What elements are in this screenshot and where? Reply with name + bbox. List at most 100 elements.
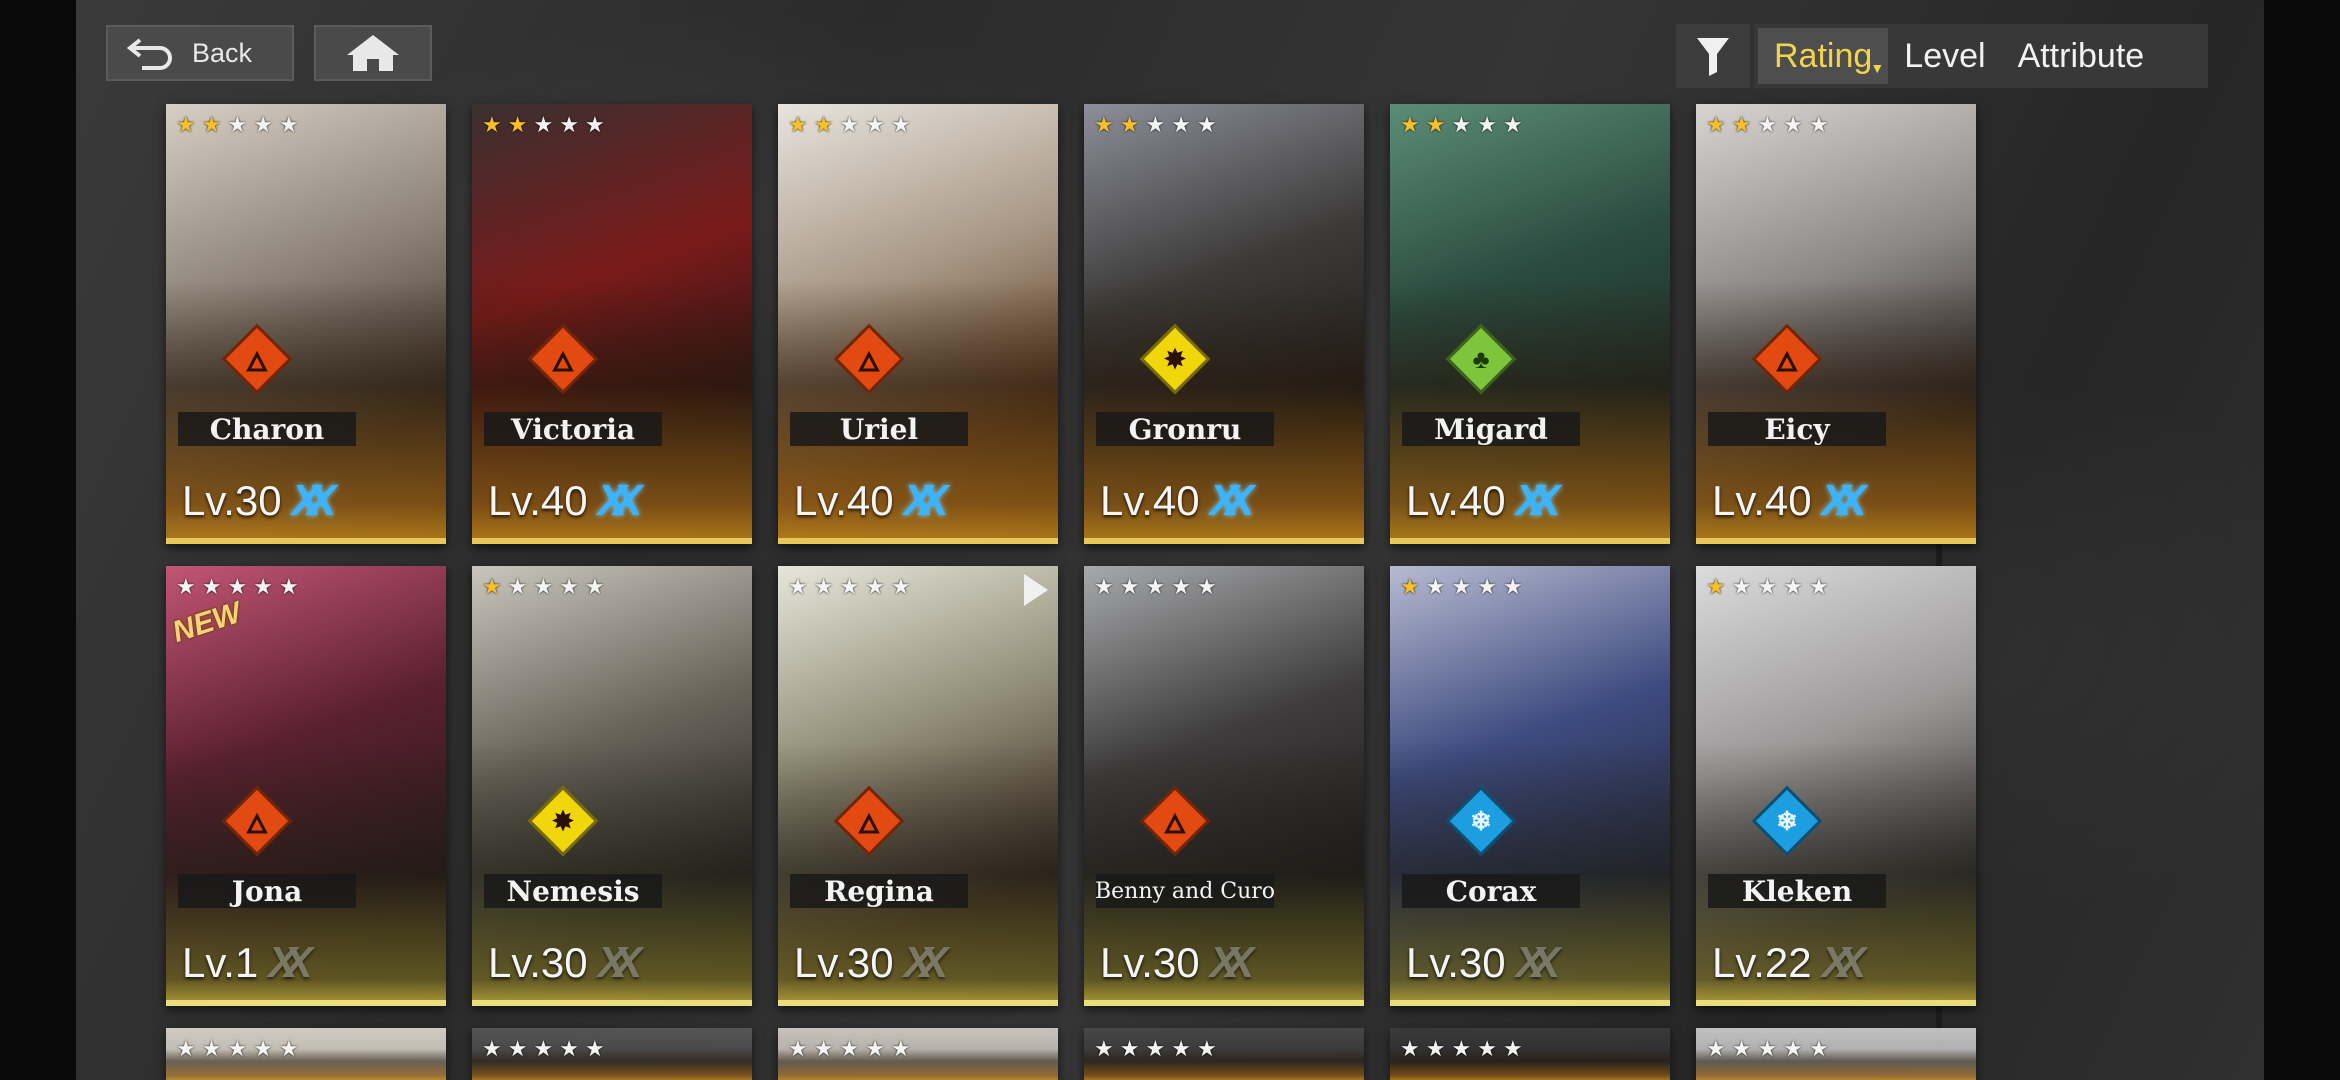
character-card[interactable]: ★ ★ ★ ★ ★ (778, 1028, 1058, 1080)
character-card[interactable]: ★ ★ ★ ★ ★ ❄ Kleken Lv.22 XX (1696, 566, 1976, 1006)
star-icon: ★ (1171, 112, 1191, 137)
star-icon: ★ (1145, 574, 1166, 599)
star-icon: ★ (1400, 1036, 1420, 1061)
filter-button[interactable] (1676, 24, 1750, 88)
limit-break-icon: XX (903, 476, 949, 525)
star-icon: ★ (1757, 112, 1778, 137)
character-card[interactable]: ★ ★ ★ ★ ★ (1084, 1028, 1364, 1080)
back-label: Back (192, 37, 253, 68)
star-icon: ★ (1477, 1036, 1497, 1061)
tab-rating[interactable]: Rating ▼ (1758, 28, 1889, 84)
character-level: Lv.40 XX (1712, 476, 1867, 525)
character-card[interactable]: ★ ★ ★ ★ ★ 🜂 Benny and Curo Lv.30 XX (1084, 566, 1364, 1006)
character-name: Gronru (1096, 412, 1274, 446)
star-rating: ★ ★ ★ ★ ★ (1706, 114, 1829, 136)
character-name: Corax (1402, 874, 1580, 908)
star-icon: ★ (865, 1036, 885, 1061)
home-button[interactable] (314, 25, 432, 81)
star-icon: ★ (1425, 112, 1446, 137)
character-card[interactable]: ★ ★ ★ ★ ★ 🜂 Victoria Lv.40 XX (472, 104, 752, 544)
character-card[interactable]: ★ ★ ★ ★ ★ (1696, 1028, 1976, 1080)
star-rating: ★ ★ ★ ★ ★ (1094, 576, 1217, 598)
star-icon: ★ (890, 112, 911, 137)
limit-break-icon: XX (597, 476, 643, 525)
star-rating: ★ ★ ★ ★ ★ (1094, 1038, 1217, 1060)
character-level: Lv.40 XX (794, 476, 949, 525)
character-card[interactable]: ★ ★ ★ ★ ★ ♣ Migard Lv.40 XX (1390, 104, 1670, 544)
card-rarity-bar (1390, 1000, 1670, 1006)
character-card[interactable]: ★ ★ ★ ★ ★ 🜂 Charon Lv.30 XX (166, 104, 446, 544)
star-icon: ★ (176, 574, 196, 599)
star-icon: ★ (176, 112, 196, 137)
star-icon: ★ (278, 112, 299, 137)
star-icon: ★ (1094, 1036, 1114, 1061)
back-button[interactable]: Back (106, 25, 294, 81)
star-icon: ★ (788, 112, 808, 137)
star-rating: ★ ★ ★ ★ ★ (1400, 1038, 1523, 1060)
star-icon: ★ (1731, 112, 1752, 137)
star-icon: ★ (1400, 574, 1420, 599)
star-icon: ★ (559, 112, 579, 137)
character-card[interactable]: ★ ★ ★ ★ ★ (1390, 1028, 1670, 1080)
tab-level[interactable]: Level (1888, 28, 2001, 84)
star-icon: ★ (1094, 112, 1114, 137)
character-card[interactable]: ★ ★ ★ ★ ★ ✸ Nemesis Lv.30 XX (472, 566, 752, 1006)
star-rating: ★ ★ ★ ★ ★ (176, 1038, 299, 1060)
star-rating: ★ ★ ★ ★ ★ (788, 576, 911, 598)
character-card[interactable]: ★ ★ ★ ★ ★ NEW 🜂 Jona Lv.1 XX (166, 566, 446, 1006)
star-icon: ★ (482, 574, 502, 599)
star-icon: ★ (227, 1036, 248, 1061)
star-icon: ★ (890, 574, 911, 599)
star-icon: ★ (813, 574, 834, 599)
star-icon: ★ (482, 112, 502, 137)
character-card[interactable]: ★ ★ ★ ★ ★ (166, 1028, 446, 1080)
character-level: Lv.40 XX (488, 476, 643, 525)
star-icon: ★ (1451, 1036, 1472, 1061)
limit-break-icon: XX (597, 938, 643, 987)
star-icon: ★ (1451, 574, 1472, 599)
character-card[interactable]: ★ ★ ★ ★ ★ 🜂 Uriel Lv.40 XX (778, 104, 1058, 544)
star-icon: ★ (1477, 574, 1497, 599)
card-rarity-bar (472, 1000, 752, 1006)
star-icon: ★ (1502, 1036, 1523, 1061)
star-icon: ★ (1451, 112, 1472, 137)
character-card[interactable]: ★ ★ ★ ★ ★ 🜂 Eicy Lv.40 XX (1696, 104, 1976, 544)
star-icon: ★ (584, 112, 605, 137)
card-rarity-bar (1390, 538, 1670, 544)
character-card[interactable]: ★ ★ ★ ★ ★ ✸ Gronru Lv.40 XX (1084, 104, 1364, 544)
star-icon: ★ (1400, 112, 1420, 137)
character-name: Nemesis (484, 874, 662, 908)
star-rating: ★ ★ ★ ★ ★ (482, 576, 605, 598)
character-card[interactable]: ★ ★ ★ ★ ★ ❄ Corax Lv.30 XX (1390, 566, 1670, 1006)
star-rating: ★ ★ ★ ★ ★ (1706, 1038, 1829, 1060)
limit-break-icon: XX (1515, 476, 1561, 525)
card-rarity-bar (1084, 1000, 1364, 1006)
filter-icon (1697, 38, 1729, 76)
star-icon: ★ (788, 574, 808, 599)
star-icon: ★ (1706, 1036, 1726, 1061)
limit-break-icon: XX (1821, 476, 1867, 525)
character-level: Lv.30 XX (794, 938, 948, 987)
star-icon: ★ (1808, 1036, 1829, 1061)
star-icon: ★ (533, 574, 554, 599)
character-level: Lv.22 XX (1712, 938, 1866, 987)
card-rarity-bar (778, 538, 1058, 544)
character-level: Lv.30 XX (182, 476, 337, 525)
character-level: Lv.1 XX (182, 938, 313, 987)
star-rating: ★ ★ ★ ★ ★ (482, 114, 605, 136)
character-name: Charon (178, 412, 356, 446)
character-card[interactable]: ★ ★ ★ ★ ★ 🜂 Regina Lv.30 XX (778, 566, 1058, 1006)
star-icon: ★ (1145, 112, 1166, 137)
back-arrow-icon (126, 38, 172, 70)
tab-attribute[interactable]: Attribute (2002, 28, 2161, 84)
star-icon: ★ (1808, 112, 1829, 137)
star-rating: ★ ★ ★ ★ ★ (1094, 114, 1217, 136)
character-name: Uriel (790, 412, 968, 446)
limit-break-icon: XX (291, 476, 337, 525)
star-icon: ★ (1731, 1036, 1752, 1061)
card-rarity-bar (1696, 538, 1976, 544)
character-name: Victoria (484, 412, 662, 446)
star-icon: ★ (201, 1036, 222, 1061)
character-card[interactable]: ★ ★ ★ ★ ★ (472, 1028, 752, 1080)
star-icon: ★ (1171, 1036, 1191, 1061)
